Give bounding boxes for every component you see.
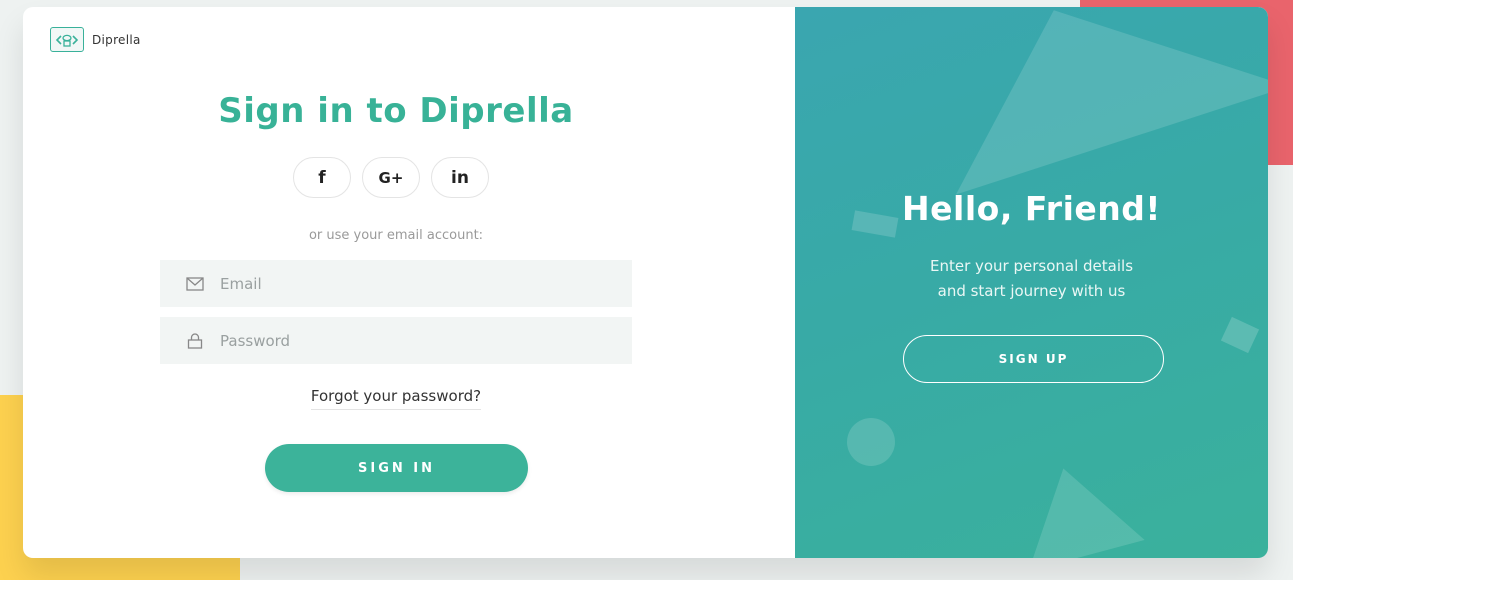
forgot-password-link[interactable]: Forgot your password? <box>310 387 482 410</box>
linkedin-icon: in <box>451 167 469 188</box>
welcome-title: Hello, Friend! <box>902 189 1161 228</box>
welcome-panel: Hello, Friend! Enter your personal detai… <box>795 7 1268 558</box>
brand[interactable]: Diprella <box>50 27 141 52</box>
signin-title: Sign in to Diprella <box>218 91 574 131</box>
password-input[interactable] <box>218 330 602 351</box>
decor-rect-right <box>1220 316 1260 354</box>
welcome-text-line-1: Enter your personal details <box>929 257 1134 275</box>
code-cloud-icon <box>50 27 84 52</box>
email-hint: or use your email account: <box>308 228 484 243</box>
linkedin-button[interactable]: in <box>431 157 489 198</box>
password-field-wrapper[interactable] <box>160 317 632 364</box>
background-stage: Diprella Sign in to Diprella f G+ in or … <box>0 0 1293 580</box>
google-plus-icon: G+ <box>378 168 404 187</box>
sign-in-button[interactable]: SIGN IN <box>265 444 528 492</box>
facebook-icon: f <box>318 167 326 188</box>
auth-card: Diprella Sign in to Diprella f G+ in or … <box>23 7 1268 558</box>
brand-name: Diprella <box>92 32 141 47</box>
social-login-group: f G+ in <box>293 157 489 198</box>
lock-icon <box>186 332 204 350</box>
decor-triangle-bottom <box>1005 453 1145 558</box>
email-input[interactable] <box>218 273 602 294</box>
decor-circle <box>847 418 895 466</box>
email-field-wrapper[interactable] <box>160 260 632 307</box>
sign-up-button[interactable]: SIGN UP <box>903 335 1164 383</box>
welcome-text-line-2: and start journey with us <box>937 282 1126 300</box>
forgot-password-row: Forgot your password? <box>23 386 769 410</box>
decor-triangle-top <box>911 7 1268 195</box>
signin-panel: Diprella Sign in to Diprella f G+ in or … <box>23 7 795 558</box>
google-plus-button[interactable]: G+ <box>362 157 420 198</box>
mail-icon <box>186 275 204 293</box>
facebook-button[interactable]: f <box>293 157 351 198</box>
